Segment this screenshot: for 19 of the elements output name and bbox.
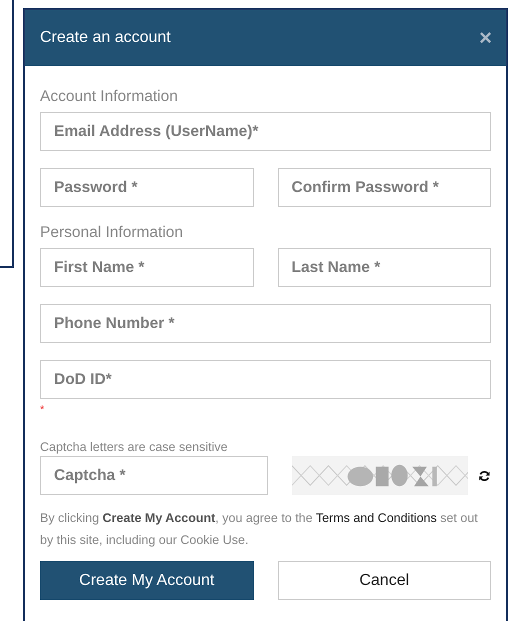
input-field[interactable]: Last Name * — [278, 248, 491, 287]
captcha-field[interactable]: Captcha * — [40, 456, 268, 495]
close-button[interactable]: × — [479, 27, 492, 49]
cancel-button[interactable]: Cancel — [278, 561, 491, 600]
input-field[interactable]: First Name * — [40, 248, 254, 287]
input-field[interactable]: Confirm Password * — [278, 168, 491, 207]
required-mark: * — [40, 404, 46, 416]
input-field[interactable]: Phone Number * — [40, 304, 491, 343]
terms-notice: By clicking Create My Account, you agree to the Terms and Conditions set out by this site, including our Cookie Use. — [40, 510, 479, 549]
section-heading: Personal Information — [40, 224, 184, 242]
input-field[interactable]: DoD ID* — [40, 360, 491, 399]
create-account-button[interactable]: Create My Account — [40, 561, 254, 600]
input-field[interactable]: Email Address (UserName)* — [40, 112, 491, 151]
terms-link[interactable]: Terms and Conditions — [316, 511, 437, 525]
section-heading: Account Information — [40, 88, 179, 106]
dialog-title: Create an account — [40, 29, 171, 47]
captcha-hint: Captcha letters are case sensitive — [40, 440, 229, 454]
refresh-icon[interactable] — [478, 468, 491, 482]
input-field[interactable]: Password * — [40, 168, 254, 207]
